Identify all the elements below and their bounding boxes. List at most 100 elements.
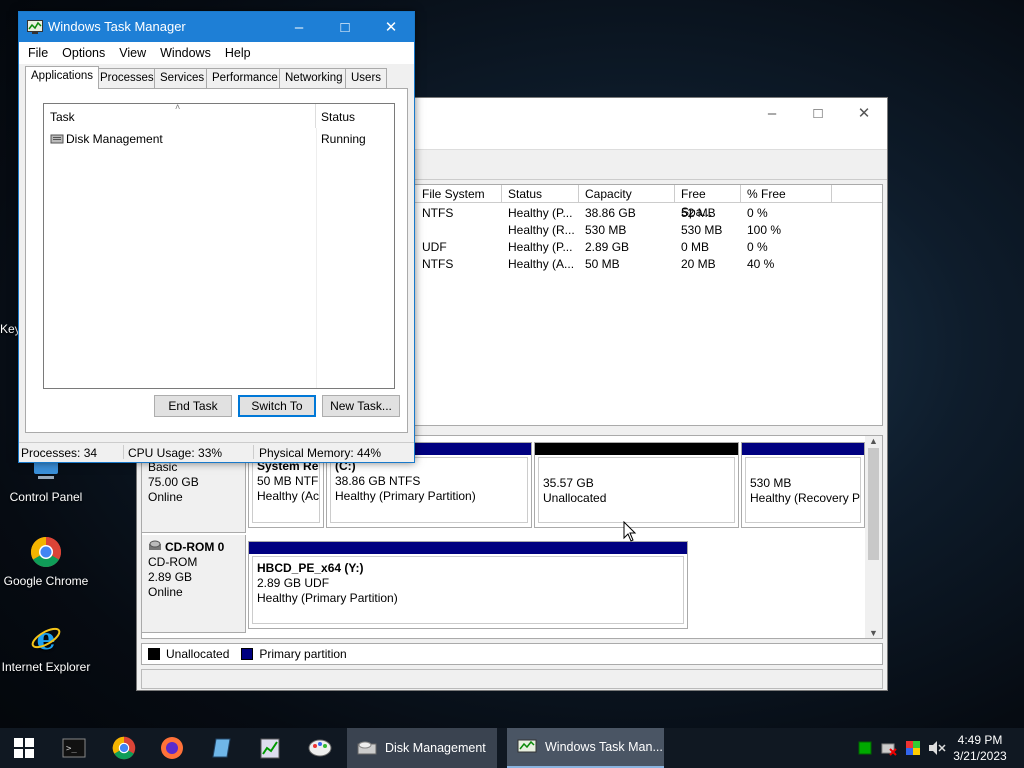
scroll-thumb[interactable]	[868, 448, 879, 560]
taskbar-cmd[interactable]: >_	[50, 728, 98, 768]
volume-status: Healthy (P...	[508, 206, 573, 220]
close-button[interactable]: ✕	[368, 12, 414, 42]
partition-recovery[interactable]: 530 MB Healthy (Recovery Pa	[741, 442, 865, 528]
tab-users[interactable]: Users	[345, 68, 388, 88]
close-button[interactable]: ✕	[841, 98, 887, 128]
taskbar-app-4[interactable]	[198, 728, 246, 768]
cdrom-0-label[interactable]: CD-ROM 0 CD-ROM 2.89 GB Online	[142, 535, 246, 633]
partition-hbcd[interactable]: HBCD_PE_x64 (Y:) 2.89 GB UDF Healthy (Pr…	[248, 541, 688, 629]
volume-muted-icon[interactable]	[928, 740, 946, 759]
applications-panel: ˄ Task Status Disk Management Running En…	[25, 88, 408, 433]
disk-management-icon	[357, 741, 377, 755]
clock-date: 3/21/2023	[953, 749, 1007, 763]
partition-size: 35.57 GB	[543, 476, 594, 490]
cdrom-0-type: CD-ROM	[148, 555, 198, 569]
mouse-cursor-icon	[623, 520, 637, 546]
disk-management-icon	[50, 132, 64, 151]
partition-size: 38.86 GB NTFS	[335, 474, 421, 488]
menu-options[interactable]: Options	[55, 46, 112, 60]
taskbar-task-label: Windows Task Man...	[545, 740, 663, 754]
svg-text:e: e	[36, 622, 55, 654]
volume-status: Healthy (P...	[508, 240, 573, 254]
chrome-icon	[30, 536, 62, 568]
volume-status: Healthy (R...	[508, 223, 575, 237]
firefox-icon	[161, 737, 183, 759]
tab-processes[interactable]: Processes	[94, 68, 160, 88]
cdrom-0-name: CD-ROM 0	[165, 539, 225, 554]
cd-drive-icon	[148, 539, 162, 555]
scroll-up-icon[interactable]: ▲	[865, 436, 882, 446]
column-header-file-system[interactable]: File System	[416, 185, 502, 203]
system-clock[interactable]: 4:49 PM 3/21/2023	[950, 732, 1010, 764]
column-header-status[interactable]: Status	[502, 185, 579, 203]
desktop-icon-internet-explorer[interactable]: e Internet Explorer	[1, 622, 91, 674]
task-list-header: ˄ Task Status	[44, 102, 394, 128]
clock-time: 4:49 PM	[957, 733, 1003, 747]
volume-fs: NTFS	[422, 257, 454, 271]
taskbar-task-disk-management[interactable]: Disk Management	[347, 728, 497, 768]
column-header-capacity[interactable]: Capacity	[579, 185, 675, 203]
disk-graph-view[interactable]: Basic 75.00 GB Online System Res 50 MB N…	[141, 435, 883, 639]
task-list[interactable]: ˄ Task Status Disk Management Running	[43, 102, 395, 389]
task-manager-icon	[517, 739, 537, 753]
taskbar-chrome[interactable]	[100, 728, 148, 768]
volume-free: 20 MB	[681, 257, 716, 271]
partition-name: HBCD_PE_x64 (Y:)	[257, 561, 364, 575]
task-name: Disk Management	[66, 132, 163, 146]
disk-legend: Unallocated Primary partition	[141, 643, 883, 665]
menu-file[interactable]: File	[21, 46, 55, 60]
column-header-percent-free[interactable]: % Free	[741, 185, 832, 203]
menu-help[interactable]: Help	[218, 46, 258, 60]
volume-pct: 0 %	[747, 206, 768, 220]
volume-free: 52 MB	[681, 206, 716, 220]
status-cpu: CPU Usage: 33%	[128, 446, 223, 460]
notebook-icon	[212, 738, 231, 758]
maximize-button[interactable]: □	[322, 12, 368, 42]
scroll-down-icon[interactable]: ▼	[865, 628, 882, 638]
taskbar-app-5[interactable]	[246, 728, 294, 768]
windows-logo-icon	[14, 738, 34, 758]
menu-view[interactable]: View	[112, 46, 153, 60]
volume-free: 530 MB	[681, 223, 723, 237]
maximize-button[interactable]: □	[795, 98, 841, 128]
minimize-button[interactable]: –	[276, 12, 322, 42]
start-button[interactable]	[0, 728, 48, 768]
internet-explorer-icon: e	[30, 622, 62, 657]
partition-size: 50 MB NTFS	[257, 474, 320, 488]
graph-scrollbar[interactable]: ▲ ▼	[865, 436, 882, 638]
tab-services[interactable]: Services	[154, 68, 211, 88]
volume-fs: UDF	[422, 240, 447, 254]
tab-performance[interactable]: Performance	[206, 68, 284, 88]
disk-0-state: Online	[148, 490, 183, 504]
paint-icon	[308, 739, 332, 757]
partition-unallocated[interactable]: 35.57 GB Unallocated	[534, 442, 739, 528]
tray-monitor-icon[interactable]	[858, 741, 872, 758]
volume-capacity: 38.86 GB	[585, 206, 636, 220]
task-manager-icon	[27, 19, 43, 38]
taskbar-app-6[interactable]	[296, 728, 344, 768]
minimize-button[interactable]: –	[749, 98, 795, 128]
tab-applications[interactable]: Applications	[25, 66, 100, 89]
volume-pct: 100 %	[747, 223, 782, 237]
switch-to-button[interactable]: Switch To	[238, 395, 316, 417]
menu-windows[interactable]: Windows	[153, 46, 218, 60]
volume-capacity: 530 MB	[585, 223, 627, 237]
status-processes: Processes: 34	[21, 446, 98, 460]
taskbar-firefox[interactable]	[148, 728, 196, 768]
disk-management-statusbar	[141, 669, 883, 689]
column-header-task[interactable]: Task	[44, 104, 316, 128]
tray-network-icon[interactable]	[881, 740, 897, 759]
new-task-button[interactable]: New Task...	[322, 395, 400, 417]
task-manager-titlebar[interactable]: Windows Task Manager – □ ✕	[19, 12, 414, 42]
svg-text:>_: >_	[66, 744, 77, 754]
end-task-button[interactable]: End Task	[154, 395, 232, 417]
task-row[interactable]: Disk Management Running	[44, 130, 394, 148]
taskbar-task-task-manager[interactable]: Windows Task Man...	[507, 728, 664, 768]
spreadsheet-icon	[260, 738, 280, 759]
column-header-free-space[interactable]: Free Spa...	[675, 185, 741, 219]
column-header-status[interactable]: Status	[316, 104, 394, 128]
tab-networking[interactable]: Networking	[279, 68, 349, 88]
tray-color-icon[interactable]	[905, 740, 921, 759]
desktop-icon-chrome[interactable]: Google Chrome	[1, 536, 91, 588]
cdrom-0-size: 2.89 GB	[148, 570, 193, 584]
